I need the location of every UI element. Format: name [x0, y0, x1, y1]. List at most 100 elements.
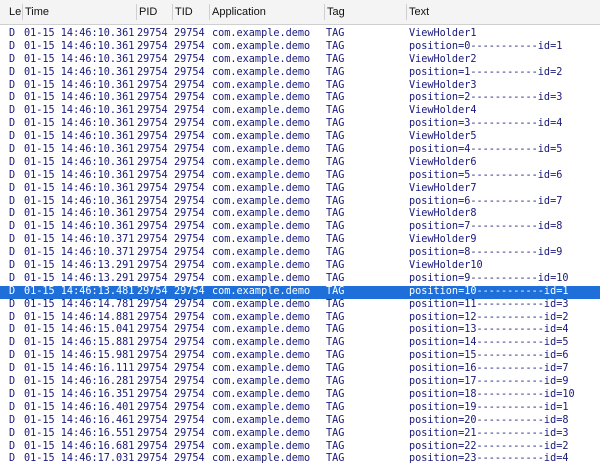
- log-tag-cell: TAG: [326, 247, 345, 259]
- column-divider[interactable]: [209, 4, 210, 20]
- log-tag-cell: TAG: [326, 363, 345, 375]
- log-application-cell: com.example.demo: [212, 311, 311, 323]
- log-application-cell: com.example.demo: [212, 414, 311, 426]
- log-row[interactable]: D 01-15 14:46:15.881 29754 29754 com.example…: [0, 337, 600, 350]
- column-header-tag[interactable]: Tag: [327, 0, 345, 24]
- log-tag-cell: TAG: [326, 272, 345, 284]
- log-application-cell: com.example.demo: [212, 79, 311, 91]
- log-row[interactable]: D 01-15 14:46:15.981 29754 29754 com.example…: [0, 350, 600, 363]
- log-row[interactable]: D 01-15 14:46:10.361 29754 29754 com.example…: [0, 144, 600, 157]
- log-application-cell: com.example.demo: [212, 92, 311, 104]
- log-row[interactable]: D 01-15 14:46:14.881 29754 29754 com.example…: [0, 312, 600, 325]
- log-row[interactable]: D 01-15 14:46:10.361 29754 29754 com.example…: [0, 41, 600, 54]
- column-header-time[interactable]: Time: [25, 0, 49, 24]
- log-level-cell: D: [9, 105, 16, 117]
- log-row[interactable]: D 01-15 14:46:10.361 29754 29754 com.example…: [0, 157, 600, 170]
- log-row[interactable]: D 01-15 14:46:10.361 29754 29754 com.example…: [0, 105, 600, 118]
- log-pid-cell: 29754: [137, 40, 168, 52]
- log-row[interactable]: D 01-15 14:46:16.461 29754 29754 com.example…: [0, 415, 600, 428]
- log-row[interactable]: D 01-15 14:46:10.361 29754 29754 com.example…: [0, 67, 600, 80]
- log-application-cell: com.example.demo: [212, 427, 311, 439]
- log-row[interactable]: D 01-15 14:46:10.361 29754 29754 com.example…: [0, 131, 600, 144]
- log-text-cell: ViewHolder10: [409, 260, 483, 272]
- log-tid-cell: 29754: [174, 427, 205, 439]
- log-level-cell: D: [9, 144, 16, 156]
- column-header-tid[interactable]: TID: [175, 0, 193, 24]
- column-header-application[interactable]: Application: [212, 0, 266, 24]
- log-text-cell: position=16-----------id=7: [409, 363, 569, 375]
- log-tag-cell: TAG: [326, 337, 345, 349]
- column-header-level[interactable]: Le: [9, 0, 21, 24]
- log-text-cell: ViewHolder8: [409, 208, 477, 220]
- log-row[interactable]: D 01-15 14:46:16.351 29754 29754 com.example…: [0, 389, 600, 402]
- log-row[interactable]: D 01-15 14:46:10.361 29754 29754 com.example…: [0, 92, 600, 105]
- log-pid-cell: 29754: [137, 169, 168, 181]
- log-text-cell: position=9-----------id=10: [409, 272, 569, 284]
- log-tag-cell: TAG: [326, 285, 345, 297]
- log-pid-cell: 29754: [137, 401, 168, 413]
- log-tid-cell: 29754: [174, 182, 205, 194]
- column-divider[interactable]: [172, 4, 173, 20]
- log-row[interactable]: D 01-15 14:46:10.371 29754 29754 com.example…: [0, 234, 600, 247]
- log-level-cell: D: [9, 156, 16, 168]
- column-divider[interactable]: [324, 4, 325, 20]
- log-row[interactable]: D 01-15 14:46:10.361 29754 29754 com.example…: [0, 196, 600, 209]
- log-time-cell: 01-15 14:46:10.361: [24, 79, 135, 91]
- log-row[interactable]: D 01-15 14:46:16.681 29754 29754 com.example…: [0, 441, 600, 454]
- log-time-cell: 01-15 14:46:10.371: [24, 234, 135, 246]
- column-divider[interactable]: [406, 4, 407, 20]
- log-text-cell: ViewHolder4: [409, 105, 477, 117]
- log-time-cell: 01-15 14:46:15.881: [24, 337, 135, 349]
- column-header-pid[interactable]: PID: [139, 0, 157, 24]
- log-time-cell: 01-15 14:46:13.481: [24, 285, 135, 297]
- log-row[interactable]: D 01-15 14:46:10.361 29754 29754 com.example…: [0, 170, 600, 183]
- log-row[interactable]: D 01-15 14:46:16.281 29754 29754 com.example…: [0, 376, 600, 389]
- log-text-cell: position=15-----------id=6: [409, 350, 569, 362]
- log-row[interactable]: D 01-15 14:46:13.291 29754 29754 com.example…: [0, 273, 600, 286]
- log-row[interactable]: D 01-15 14:46:10.361 29754 29754 com.example…: [0, 54, 600, 67]
- log-row[interactable]: D 01-15 14:46:16.111 29754 29754 com.example…: [0, 363, 600, 376]
- log-text-cell: position=23-----------id=4: [409, 453, 569, 465]
- log-row[interactable]: D 01-15 14:46:10.371 29754 29754 com.example…: [0, 247, 600, 260]
- log-row[interactable]: D 01-15 14:46:17.031 29754 29754 com.example…: [0, 453, 600, 466]
- log-row[interactable]: D 01-15 14:46:10.361 29754 29754 com.example…: [0, 221, 600, 234]
- log-text-cell: ViewHolder9: [409, 234, 477, 246]
- log-row[interactable]: D 01-15 14:46:14.781 29754 29754 com.example…: [0, 299, 600, 312]
- log-row-selected[interactable]: D 01-15 14:46:13.481 29754 29754 com.example…: [0, 285, 600, 299]
- log-time-cell: 01-15 14:46:13.291: [24, 260, 135, 272]
- log-row[interactable]: D 01-15 14:46:10.361 29754 29754 com.example…: [0, 183, 600, 196]
- log-row[interactable]: D 01-15 14:46:13.291 29754 29754 com.example…: [0, 260, 600, 273]
- log-application-cell: com.example.demo: [212, 272, 311, 284]
- log-row[interactable]: D 01-15 14:46:10.361 29754 29754 com.example…: [0, 118, 600, 131]
- log-pid-cell: 29754: [137, 144, 168, 156]
- log-row[interactable]: D 01-15 14:46:16.401 29754 29754 com.example…: [0, 402, 600, 415]
- log-text-cell: position=12-----------id=2: [409, 311, 569, 323]
- log-tag-cell: TAG: [326, 324, 345, 336]
- log-level-cell: D: [9, 247, 16, 259]
- log-application-cell: com.example.demo: [212, 156, 311, 168]
- log-time-cell: 01-15 14:46:14.881: [24, 311, 135, 323]
- log-tid-cell: 29754: [174, 221, 205, 233]
- log-time-cell: 01-15 14:46:16.281: [24, 376, 135, 388]
- column-header-text[interactable]: Text: [409, 0, 429, 24]
- log-text-cell: ViewHolder2: [409, 53, 477, 65]
- column-divider[interactable]: [22, 4, 23, 20]
- log-time-cell: 01-15 14:46:10.361: [24, 66, 135, 78]
- log-tid-cell: 29754: [174, 131, 205, 143]
- log-pid-cell: 29754: [137, 28, 168, 39]
- log-row[interactable]: D 01-15 14:46:10.361 29754 29754 com.example…: [0, 28, 600, 41]
- log-tag-cell: TAG: [326, 376, 345, 388]
- log-time-cell: 01-15 14:46:15.041: [24, 324, 135, 336]
- log-application-cell: com.example.demo: [212, 131, 311, 143]
- log-level-cell: D: [9, 118, 16, 130]
- log-row[interactable]: D 01-15 14:46:16.551 29754 29754 com.example…: [0, 428, 600, 441]
- log-row[interactable]: D 01-15 14:46:10.361 29754 29754 com.example…: [0, 80, 600, 93]
- log-text-cell: position=18-----------id=10: [409, 388, 575, 400]
- log-tag-cell: TAG: [326, 427, 345, 439]
- log-time-cell: 01-15 14:46:13.291: [24, 272, 135, 284]
- log-time-cell: 01-15 14:46:16.461: [24, 414, 135, 426]
- log-row[interactable]: D 01-15 14:46:10.361 29754 29754 com.example…: [0, 208, 600, 221]
- log-row[interactable]: D 01-15 14:46:15.041 29754 29754 com.example…: [0, 324, 600, 337]
- log-level-cell: D: [9, 350, 16, 362]
- column-divider[interactable]: [136, 4, 137, 20]
